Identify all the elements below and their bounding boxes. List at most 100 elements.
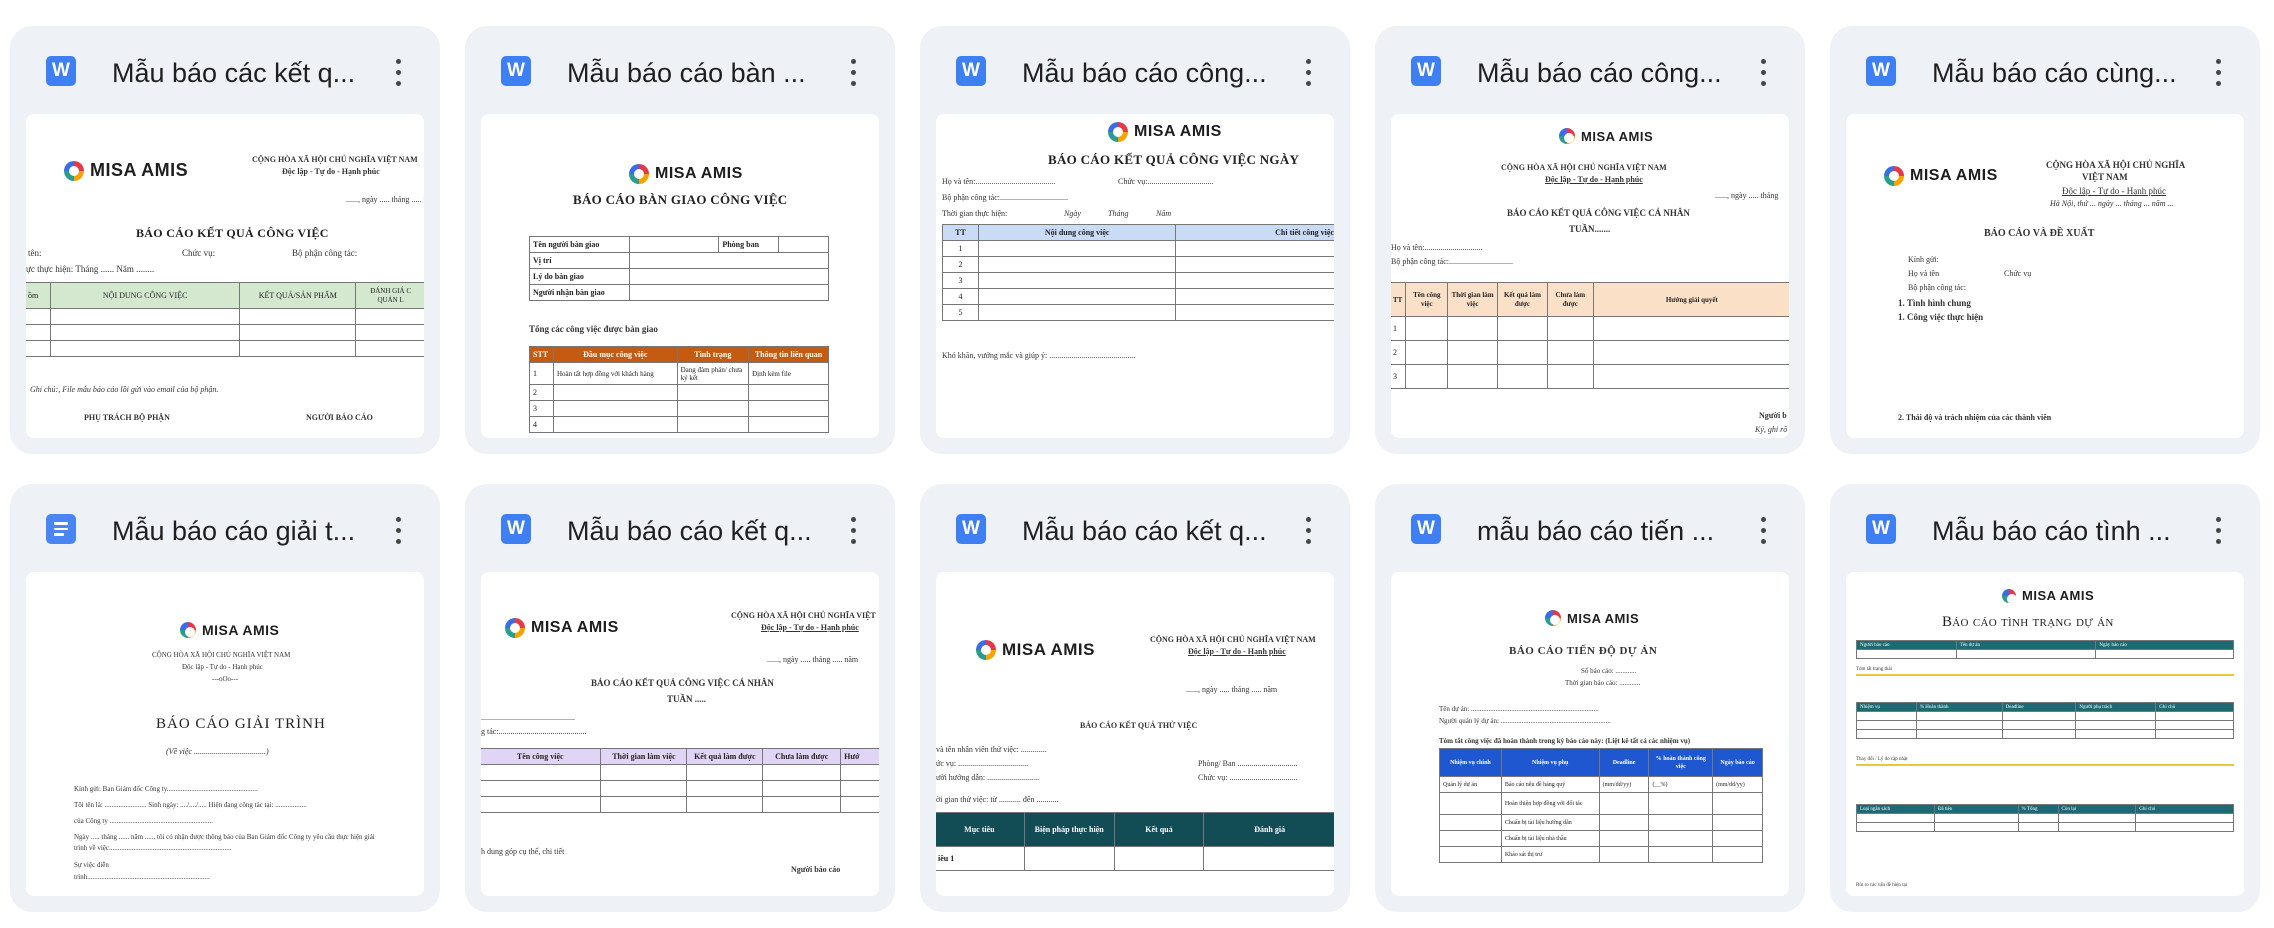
doc-text: ực thực hiện: Tháng ...... Năm ........ <box>26 264 155 274</box>
file-card[interactable]: Mẫu báo cáo giải t... MISA AMIS CỘNG HÒA… <box>10 484 440 912</box>
file-thumbnail[interactable]: MISA AMIS CỘNG HÒA XÃ HỘI CHỦ NGHĨA VIỆT… <box>481 572 879 896</box>
more-options-icon[interactable] <box>1745 510 1781 550</box>
file-thumbnail[interactable]: MISA AMIS BÁO CÁO KẾT QUẢ CÔNG VIỆC NGÀY… <box>936 114 1334 438</box>
file-thumbnail[interactable]: MISA AMIS CỘNG HÒA XÃ HỘI CHỦ NGHĨA VIỆT… <box>1846 114 2244 438</box>
file-title[interactable]: Mẫu báo các kết q... <box>112 56 374 90</box>
more-options-icon[interactable] <box>2200 52 2236 92</box>
doc-text: Ghi chú:, File mẫu báo cáo lồi gửi vào e… <box>30 385 219 394</box>
doc-text: Tên dự án: .............................… <box>1439 705 1599 713</box>
file-card[interactable]: W Mẫu báo cáo công... MISA AMIS BÁO CÁO … <box>920 26 1350 454</box>
doc-text: g tác:..................................… <box>481 727 587 736</box>
word-icon: W <box>956 56 986 86</box>
divider <box>1856 674 2234 676</box>
more-options-icon[interactable] <box>835 52 871 92</box>
more-options-icon[interactable] <box>380 510 416 550</box>
file-title[interactable]: Mẫu báo cáo bàn ... <box>567 56 829 90</box>
card-header: W Mẫu báo cáo tình ... <box>1830 484 2260 572</box>
doc-text: Thời gian thực hiện: <box>942 209 1008 218</box>
file-thumbnail[interactable]: MISA AMIS CỘNG HÒA XÃ HỘI CHỦ NGHĨA VIỆT… <box>26 572 424 896</box>
word-icon: W <box>1411 514 1441 544</box>
doc-text: Họ và tên:............................. <box>1391 243 1483 252</box>
file-title[interactable]: Mẫu báo cáo công... <box>1022 56 1284 90</box>
card-header: W Mẫu báo cáo cùng... <box>1830 26 2260 114</box>
file-thumbnail[interactable]: MISA AMIS CỘNG HÒA XÃ HỘI CHỦ NGHĨA VIỆT… <box>26 114 424 438</box>
doc-text: Tóm tắt công việc đã hoàn thành trong kỳ… <box>1439 737 1691 745</box>
file-thumbnail[interactable]: MISA AMIS CỘNG HÒA XÃ HỘI CHỦ NGHĨA VIỆT… <box>936 572 1334 896</box>
doc-text: BÁO CÁO KẾT QUẢ CÔNG VIỆC CÁ NHÂN <box>591 678 774 688</box>
doc-text: Sự việc diễn <box>74 861 109 869</box>
file-grid: W Mẫu báo các kết q... MISA AMIS CỘNG HÒ… <box>10 26 2264 916</box>
doc-table: STT Đầu mục công việc Tình trạng Thông tin … <box>529 346 829 433</box>
word-icon: W <box>1866 56 1896 86</box>
doc-text: Độc lập - Tự do - Hạnh phúc <box>1188 647 1286 656</box>
file-card[interactable]: W mẫu báo cáo tiến ... MISA AMIS BÁO CÁO… <box>1375 484 1805 912</box>
doc-text: Độc lập - Tự do - Hạnh phúc <box>282 167 380 176</box>
file-card[interactable]: W Mẫu báo cáo công... MISA AMIS CỘNG HÒA… <box>1375 26 1805 454</box>
file-title[interactable]: Mẫu báo cáo kết q... <box>1022 514 1284 548</box>
doc-table: TT Nội dung công việc Chi tiết công việc 1… <box>942 224 1334 321</box>
doc-text: BÁO CÁO VÀ ĐỀ XUẤT <box>1984 228 2095 239</box>
file-card[interactable]: W Mẫu báo cáo bàn ... MISA AMIS BÁO CÁO … <box>465 26 895 454</box>
logo: MISA AMIS <box>629 164 743 184</box>
file-card[interactable]: W Mẫu báo cáo kết q... MISA AMIS CỘNG HÒ… <box>920 484 1350 912</box>
word-icon: W <box>1411 56 1441 86</box>
doc-heading: BÁO CÁO KẾT QUẢ CÔNG VIỆC <box>136 226 329 240</box>
file-title[interactable]: Mẫu báo cáo cùng... <box>1932 56 2194 90</box>
file-title[interactable]: mẫu báo cáo tiến ... <box>1477 514 1739 548</box>
doc-table: ồm NỘI DUNG CÔNG VIỆC KẾT QUẢ/SẢN PHẨM Đ… <box>26 282 424 357</box>
file-thumbnail[interactable]: MISA AMIS BÁO CÁO TIẾN ĐỘ DỰ ÁN Số báo c… <box>1391 572 1789 896</box>
word-icon: W <box>46 56 76 86</box>
word-icon: W <box>501 56 531 86</box>
logo: MISA AMIS <box>1559 128 1653 144</box>
doc-table: Nhiệm vụ% Hoàn thành Deadline Người phụ tr… <box>1856 702 2234 739</box>
word-icon: W <box>1866 514 1896 544</box>
more-options-icon[interactable] <box>380 52 416 92</box>
card-header: W Mẫu báo cáo kết q... <box>465 484 895 572</box>
doc-text: CỘNG HÒA XÃ HỘI CHỦ NGHĨA VIỆT NAM <box>152 651 291 659</box>
file-title[interactable]: Mẫu báo cáo công... <box>1477 56 1739 90</box>
file-thumbnail[interactable]: MISA AMIS Báo cáo tình trạng dự án Người… <box>1846 572 2244 896</box>
logo: MISA AMIS <box>1108 122 1222 142</box>
doc-text: CỘNG HÒA XÃ HỘI CHỦ NGHĨA VIỆT <box>731 611 876 620</box>
doc-text: Tóm tắt trạng thái <box>1856 667 1892 672</box>
doc-text: (Về việc ...............................… <box>166 747 269 756</box>
doc-text: Bộ phận công tác: <box>292 248 358 258</box>
doc-text: và tên nhân viên thử việc: ............. <box>936 745 1047 754</box>
doc-text: PHỤ TRÁCH BỘ PHẬN <box>84 413 170 422</box>
file-title[interactable]: Mẫu báo cáo kết q... <box>567 514 829 548</box>
doc-text: Số báo cáo: ............ <box>1581 667 1637 675</box>
more-options-icon[interactable] <box>1745 52 1781 92</box>
card-header: W Mẫu báo cáo bàn ... <box>465 26 895 114</box>
doc-text: ---oOo--- <box>212 675 239 683</box>
file-card[interactable]: W Mẫu báo cáo cùng... MISA AMIS CỘNG HÒA… <box>1830 26 2260 454</box>
doc-text: ......, ngày ..... tháng <box>1715 191 1779 200</box>
logo: MISA AMIS <box>505 618 619 638</box>
doc-text: Tổng các công việc được bàn giao <box>529 324 658 334</box>
doc-heading: BÁO CÁO KẾT QUẢ CÔNG VIỆC NGÀY <box>1048 152 1300 167</box>
logo: MISA AMIS <box>180 622 279 638</box>
more-options-icon[interactable] <box>2200 510 2236 550</box>
doc-table: Mục tiêu Biện pháp thực hiện Kết quả Đán… <box>936 812 1334 871</box>
doc-table: Người báo cáo Tên dự án Ngày báo cáo <box>1856 640 2234 659</box>
file-card[interactable]: W Mẫu báo cáo kết q... MISA AMIS CỘNG HÒ… <box>465 484 895 912</box>
doc-text: trình...................................… <box>74 873 210 881</box>
file-card[interactable]: W Mẫu báo cáo tình ... MISA AMIS Báo cáo… <box>1830 484 2260 912</box>
more-options-icon[interactable] <box>835 510 871 550</box>
doc-heading: BÁO CÁO GIẢI TRÌNH <box>156 716 326 732</box>
file-title[interactable]: Mẫu báo cáo giải t... <box>112 514 374 548</box>
doc-text: 1. Tình hình chung <box>1898 298 1971 308</box>
doc-text: tên: <box>28 248 42 258</box>
doc-text: CỘNG HÒA XÃ HỘI CHỦ NGHĨA VIỆT NAM <box>1501 163 1667 172</box>
file-thumbnail[interactable]: MISA AMIS CỘNG HÒA XÃ HỘI CHỦ NGHĨA VIỆT… <box>1391 114 1789 438</box>
doc-text: Năm <box>1156 209 1172 218</box>
file-title[interactable]: Mẫu báo cáo tình ... <box>1932 514 2194 548</box>
card-header: W Mẫu báo các kết q... <box>10 26 440 114</box>
file-card[interactable]: W Mẫu báo các kết q... MISA AMIS CỘNG HÒ… <box>10 26 440 454</box>
doc-heading: Báo cáo tình trạng dự án <box>1942 614 2114 630</box>
doc-text: TUẦN....... <box>1569 224 1611 234</box>
more-options-icon[interactable] <box>1290 52 1326 92</box>
more-options-icon[interactable] <box>1290 510 1326 550</box>
doc-text: Tôi tên là: ........................ Sin… <box>74 801 307 809</box>
file-thumbnail[interactable]: MISA AMIS BÁO CÁO BÀN GIAO CÔNG VIỆC Tên… <box>481 114 879 438</box>
doc-text: ười hướng dẫn: .........................… <box>936 773 1040 782</box>
